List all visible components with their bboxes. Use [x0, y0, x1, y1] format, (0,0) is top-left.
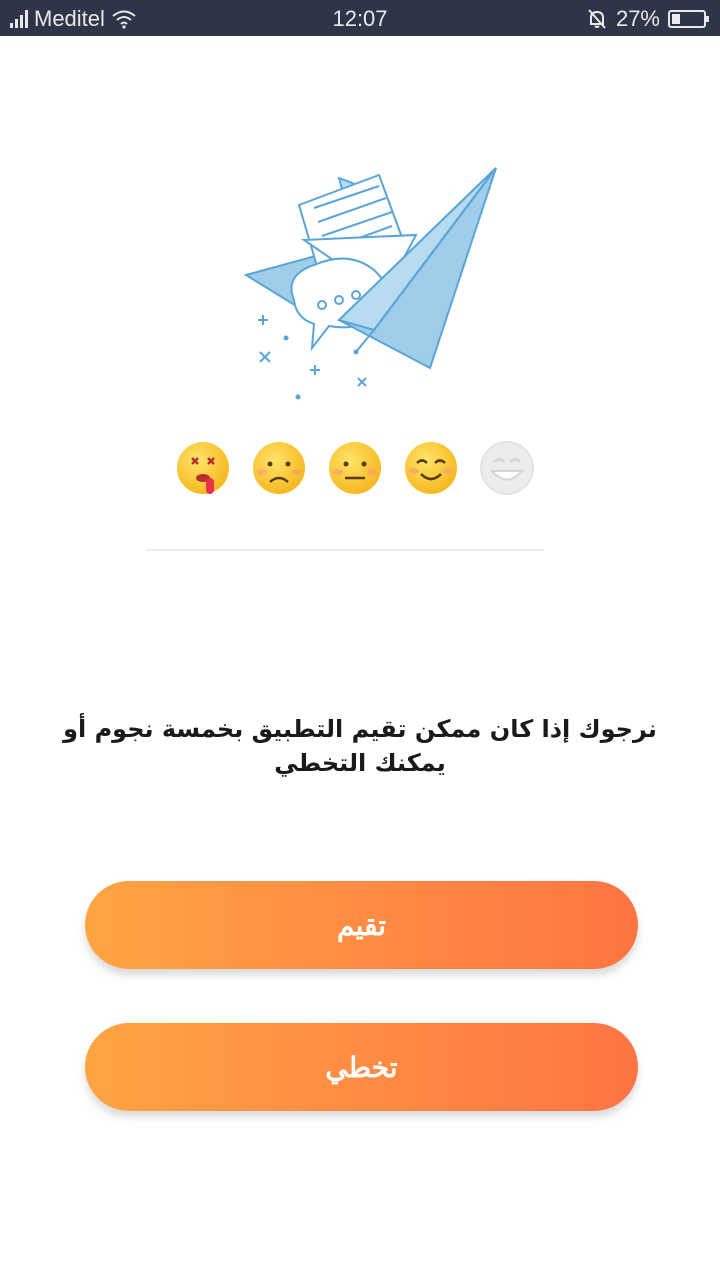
happy-emoji — [405, 442, 457, 494]
mute-icon — [588, 9, 606, 29]
status-bar: Meditel 12:07 27% — [0, 0, 720, 36]
battery-icon — [668, 10, 709, 28]
rating-prompt: نرجوك إذا كان ممكن تقيم التطبيق بخمسة نج… — [60, 712, 660, 780]
skip-button[interactable]: تخطي — [85, 1023, 638, 1111]
dizzy-tongue-emoji — [177, 442, 229, 494]
battery-percent: 27% — [615, 6, 660, 31]
status-right: 27% — [586, 6, 709, 32]
rating-emojis — [177, 441, 534, 495]
neutral-emoji — [329, 442, 381, 494]
rate-button[interactable]: تقيم — [85, 881, 638, 969]
sad-emoji — [253, 442, 305, 494]
illustration — [134, 90, 564, 575]
rating-prompt-line-2: يمكنك التخطي — [274, 749, 446, 777]
rating-prompt-line-1: نرجوك إذا كان ممكن تقيم التطبيق بخمسة نج… — [63, 715, 657, 743]
grinning-emoji — [480, 441, 534, 495]
